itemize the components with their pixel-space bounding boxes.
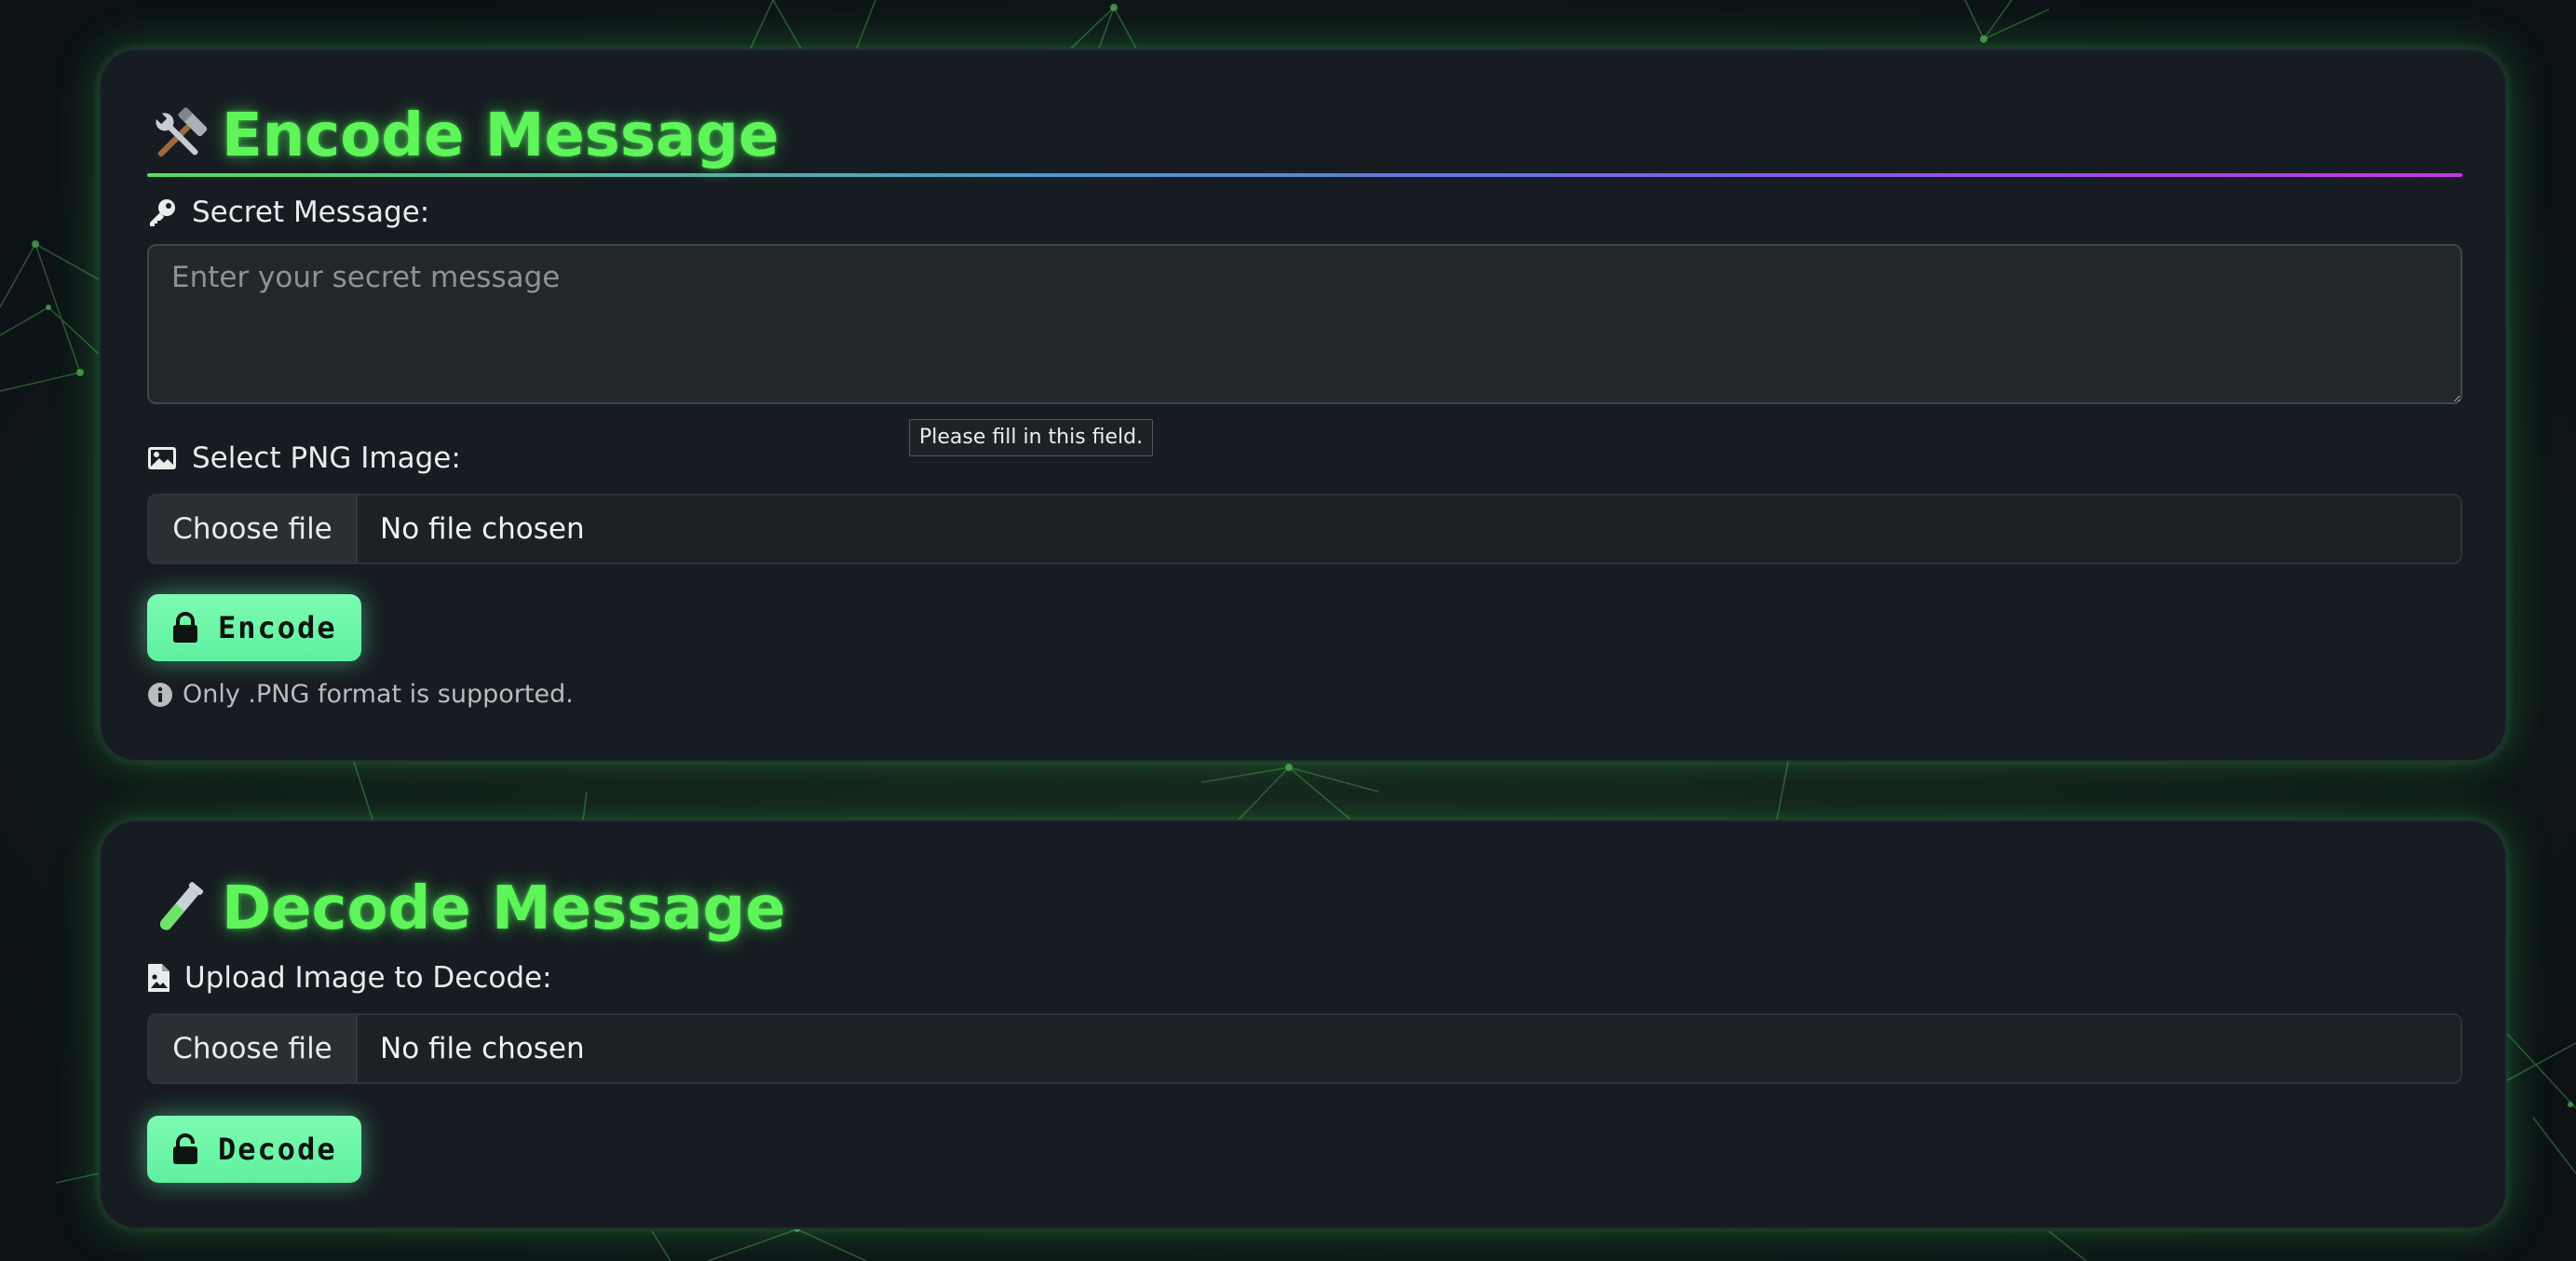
secret-message-label-text: Secret Message:: [192, 196, 430, 229]
encode-title-text: Encode Message: [222, 102, 780, 170]
image-icon: [148, 447, 176, 469]
upload-image-label: Upload Image to Decode:: [147, 956, 552, 1000]
upload-image-label-text: Upload Image to Decode:: [184, 961, 552, 995]
decode-button[interactable]: Decode: [147, 1116, 361, 1183]
validation-tooltip: Please fill in this field.: [909, 419, 1154, 456]
hammer-and-wrench-icon: [155, 107, 208, 157]
decode-title-text: Decode Message: [222, 875, 786, 943]
encode-title-divider: [147, 173, 2462, 177]
secret-message-input[interactable]: [147, 244, 2462, 404]
file-image-icon: [148, 964, 169, 992]
choose-file-button[interactable]: Choose file: [149, 1015, 358, 1082]
decode-title: Decode Message: [147, 870, 786, 948]
unlock-icon: [173, 1133, 197, 1164]
png-file-input[interactable]: Choose file No file chosen: [147, 494, 2462, 564]
key-icon: [150, 199, 175, 226]
encode-button-label: Encode: [218, 610, 337, 645]
png-format-note-text: Only .PNG format is supported.: [183, 680, 574, 709]
select-png-label-text: Select PNG Image:: [192, 441, 461, 475]
encode-card: Encode Message Secret Message: Please fi…: [99, 48, 2507, 762]
decode-file-input[interactable]: Choose file No file chosen: [147, 1013, 2462, 1084]
file-status: No file chosen: [380, 1032, 585, 1065]
file-status: No file chosen: [380, 512, 585, 546]
info-icon: [148, 682, 172, 707]
encode-title: Encode Message: [147, 97, 779, 175]
encode-button[interactable]: Encode: [147, 594, 361, 661]
test-tube-icon: [159, 881, 204, 930]
decode-card: Decode Message Upload Image to Decode: C…: [99, 820, 2507, 1229]
decode-button-label: Decode: [218, 1132, 337, 1167]
choose-file-button[interactable]: Choose file: [149, 495, 358, 563]
secret-message-label: Secret Message:: [147, 196, 429, 229]
lock-icon: [173, 612, 197, 643]
png-format-note: Only .PNG format is supported.: [147, 680, 574, 709]
select-png-label: Select PNG Image:: [147, 436, 461, 481]
